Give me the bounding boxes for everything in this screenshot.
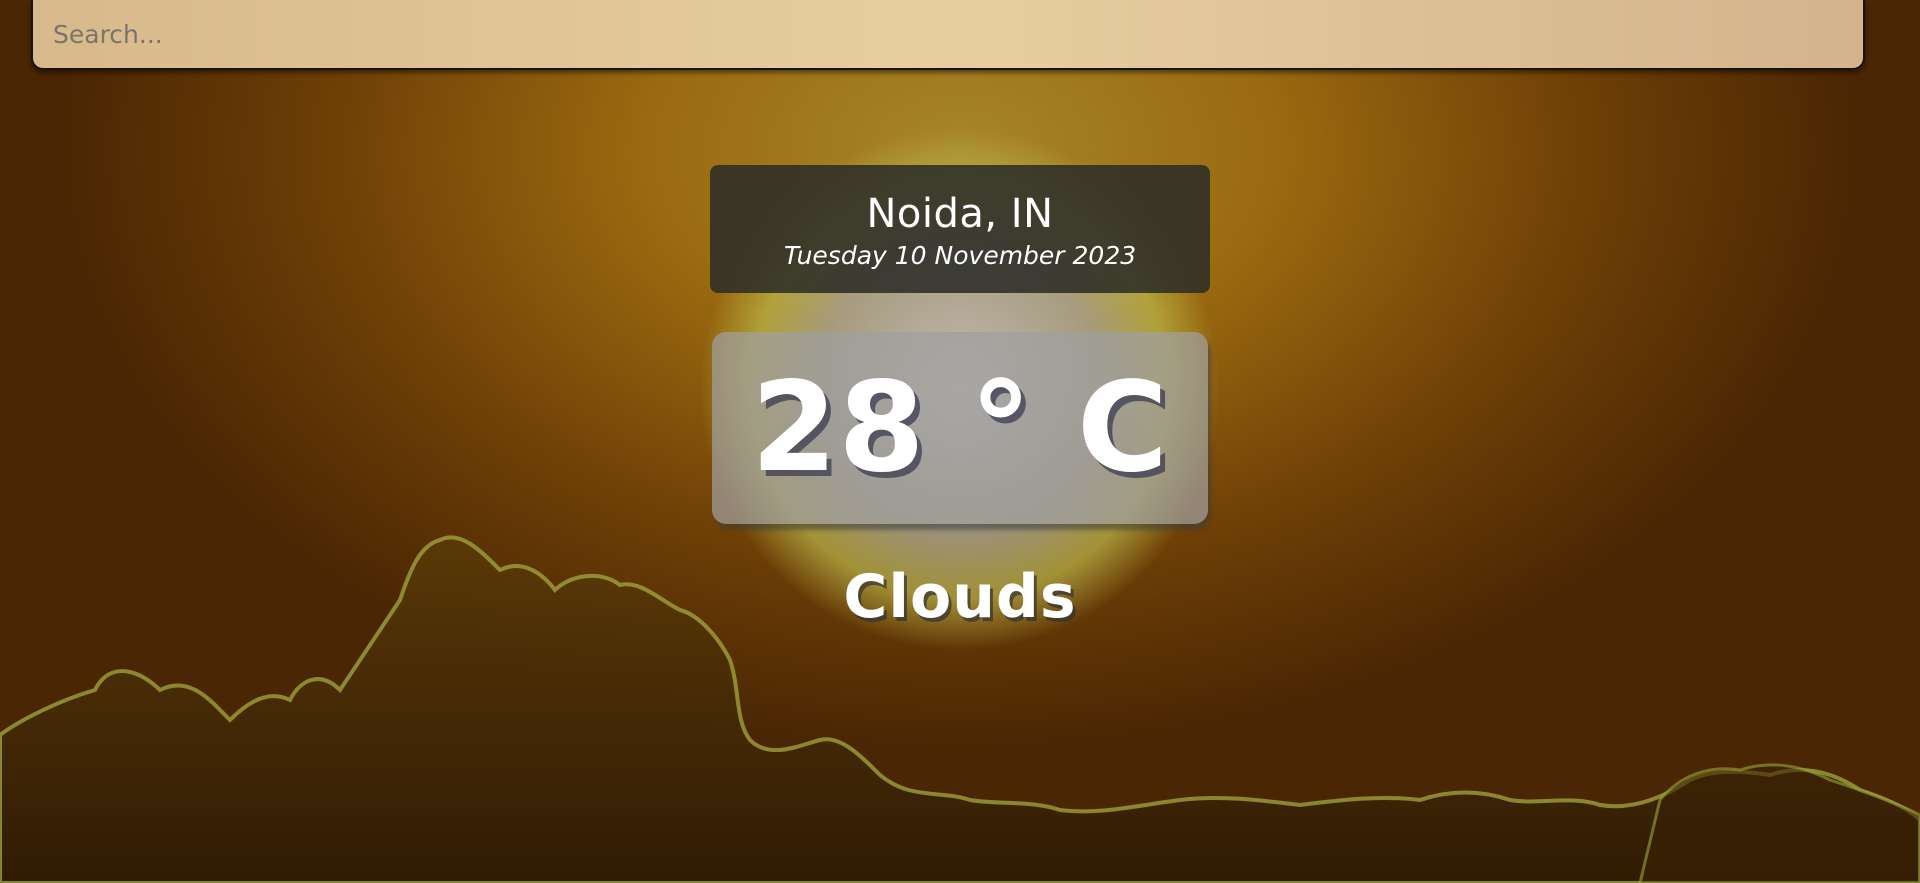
location-card: Noida, IN Tuesday 10 November 2023	[710, 165, 1210, 293]
temperature-card: 28 ° C	[712, 332, 1208, 524]
weather-condition: Clouds	[843, 562, 1077, 632]
temperature-value: 28 ° C	[751, 356, 1169, 500]
search-input[interactable]	[31, 0, 1865, 70]
location-name: Noida, IN	[866, 191, 1054, 237]
current-date: Tuesday 10 November 2023	[783, 241, 1137, 270]
